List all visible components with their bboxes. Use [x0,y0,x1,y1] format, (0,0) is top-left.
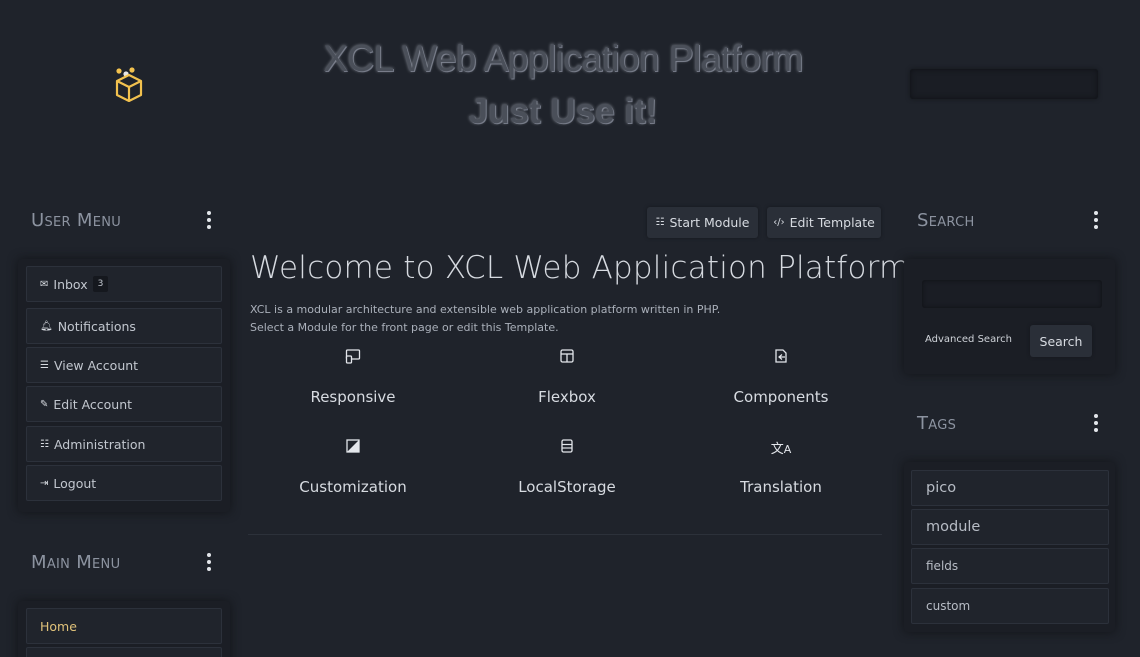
user-menu-panel: ✉ Inbox 3 🔔︎ Notifications ☰ View Accoun… [18,259,230,512]
components-icon [681,348,881,368]
feature-label: Translation [740,478,822,496]
mail-icon: ✉ [40,278,49,290]
start-module-button[interactable]: ☷ Start Module [647,207,758,238]
menu-item-inbox[interactable]: ✉ Inbox 3 [26,266,222,302]
menu-item-administration[interactable]: ☷ Administration [26,426,222,462]
feature-flexbox: Flexbox [467,348,667,406]
inbox-count-badge: 3 [92,276,109,292]
menu-item-edit-account[interactable]: ✎ Edit Account [26,386,222,422]
search-kebab-icon[interactable] [1093,211,1099,229]
main-menu-panel: Home [18,601,230,657]
menu-item-logout[interactable]: ⇥ Logout [26,465,222,501]
contrast-icon [253,438,453,458]
menu-item-label: Edit Account [53,396,133,412]
layout-icon [467,348,667,368]
user-menu-title: User Menu [31,210,122,231]
intro-text: XCL is a modular architecture and extens… [250,303,721,316]
responsive-icon [253,348,453,368]
menu-item-label: Administration [53,436,146,452]
feature-label: LocalStorage [518,478,616,496]
search-input[interactable] [922,280,1102,308]
tags-title: Tags [917,413,957,434]
feature-label: Components [733,388,829,406]
tag-item[interactable]: module [911,509,1109,545]
menu-item-home[interactable]: Home [26,608,222,644]
header-search-input[interactable] [910,69,1098,99]
menu-item-label: Notifications [57,318,136,334]
edit-template-label: Edit Template [789,215,875,230]
page-title: Welcome to XCL Web Application Platform [250,250,910,286]
menu-item-label: View Account [53,357,139,373]
content-divider [248,534,882,535]
intro-text-2: Select a Module for the front page or ed… [250,321,559,334]
feature-label: Customization [299,478,407,496]
bell-icon: 🔔︎ [40,320,53,332]
search-title: Search [917,210,975,231]
feature-label: Flexbox [538,388,596,406]
menu-item-next[interactable] [26,647,222,657]
code-icon: ‹/› [773,217,785,228]
menu-item-label: Inbox [53,276,88,292]
search-button[interactable]: Search [1030,325,1092,357]
start-module-label: Start Module [669,215,750,230]
main-menu-title: Main Menu [31,552,121,573]
feature-components: Components [681,348,881,406]
menu-item-label: Home [40,618,77,634]
tag-item[interactable]: custom [911,588,1109,624]
tag-item[interactable]: fields [911,548,1109,584]
feature-localstorage: LocalStorage [467,438,667,496]
user-edit-icon: ✎ [40,398,49,410]
storage-icon [467,438,667,458]
sliders-icon: ☷ [40,438,49,450]
logout-icon: ⇥ [40,477,49,489]
feature-label: Responsive [310,388,396,406]
menu-item-notifications[interactable]: 🔔︎ Notifications [26,308,222,344]
sliders-icon: ☷ [655,217,665,228]
translate-icon: 文A [770,442,792,457]
feature-responsive: Responsive [253,348,453,406]
menu-item-label: Logout [53,475,97,491]
user-menu-kebab-icon[interactable] [206,211,212,229]
main-menu-kebab-icon[interactable] [206,553,212,571]
advanced-search-link[interactable]: Advanced Search [925,334,1012,345]
feature-translation: 文A Translation [681,438,881,496]
id-card-icon: ☰ [40,359,49,371]
feature-customization: Customization [253,438,453,496]
menu-item-view-account[interactable]: ☰ View Account [26,347,222,383]
edit-template-button[interactable]: ‹/› Edit Template [767,207,881,238]
tags-kebab-icon[interactable] [1093,414,1099,432]
tag-item[interactable]: pico [911,470,1109,506]
